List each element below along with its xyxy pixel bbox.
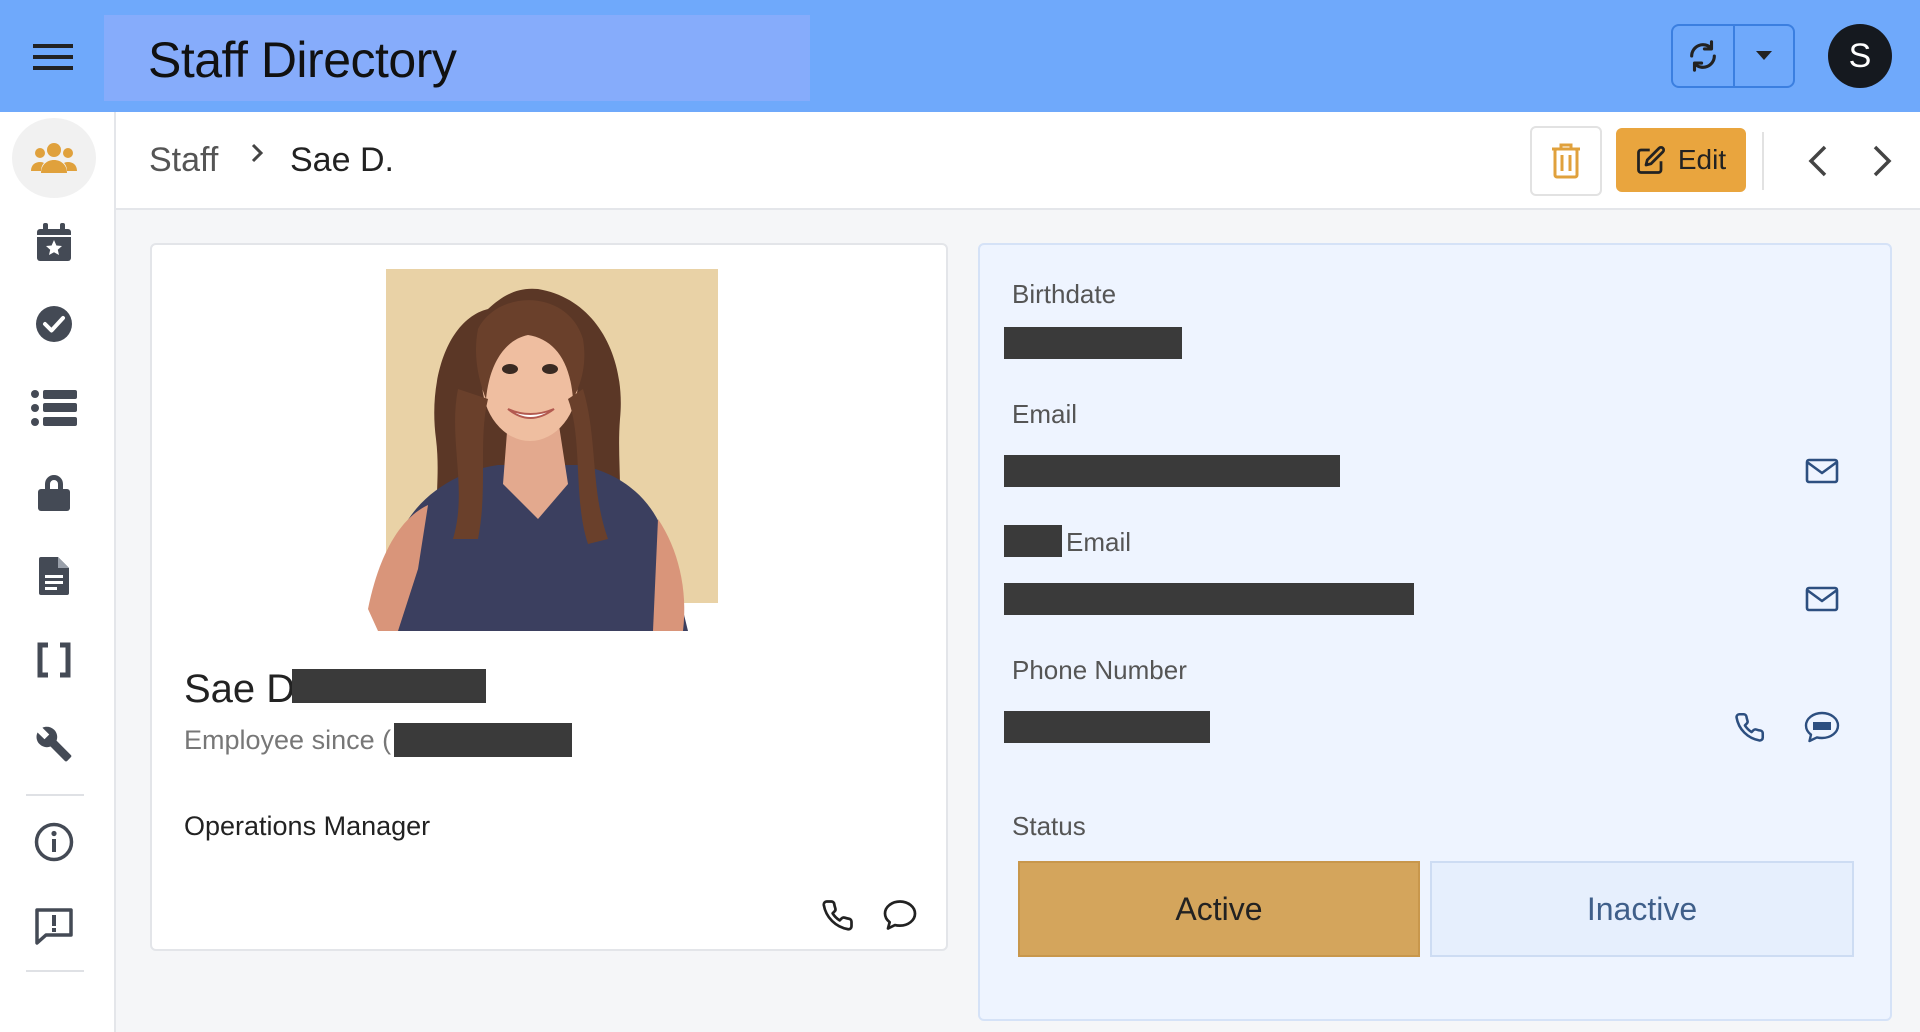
list-icon <box>31 390 77 426</box>
job-title: Operations Manager <box>184 811 431 841</box>
trash-icon <box>1552 143 1580 179</box>
profile-card: Sae D Employee since ( Operations Manage… <box>150 243 948 951</box>
check-circle-icon <box>36 306 72 342</box>
app-title: Staff Directory <box>148 32 457 88</box>
redacted-email <box>1004 455 1340 487</box>
user-avatar[interactable]: S <box>1828 24 1892 88</box>
profile-photo <box>368 269 718 631</box>
phone-icon <box>1735 712 1765 742</box>
previous-record-button[interactable] <box>1796 136 1840 186</box>
menu-button[interactable] <box>24 32 82 82</box>
chat-bubble-icon <box>883 900 917 930</box>
sync-button[interactable] <box>1673 26 1735 86</box>
sidebar-item-feedback[interactable] <box>12 886 96 966</box>
top-bar: Staff Directory S <box>0 0 1920 112</box>
breadcrumb-separator-icon <box>250 142 264 169</box>
secondary-email-label: Email <box>1066 527 1132 557</box>
sidebar-item-info[interactable] <box>12 802 96 882</box>
edit-button-label: Edit <box>1677 144 1727 175</box>
status-label: Status <box>1012 811 1086 841</box>
mail-icon <box>1805 586 1839 612</box>
wrench-icon <box>36 726 72 762</box>
delete-button[interactable] <box>1530 126 1602 196</box>
edit-button[interactable]: Edit <box>1616 128 1746 192</box>
sidebar-item-security[interactable] <box>12 452 96 532</box>
sidebar-item-documents[interactable] <box>12 536 96 616</box>
lock-icon <box>38 475 70 511</box>
sidebar-item-calendar[interactable] <box>12 202 96 282</box>
hamburger-menu-icon <box>33 44 73 70</box>
employee-name: Sae D <box>184 667 296 711</box>
edit-icon <box>1637 145 1665 174</box>
status-active-option[interactable]: Active <box>1018 861 1420 957</box>
sidebar-item-code[interactable] <box>12 620 96 700</box>
send-email-button[interactable] <box>1800 449 1844 493</box>
sidebar-divider <box>26 970 84 972</box>
send-secondary-email-button[interactable] <box>1800 577 1844 621</box>
page-header: Staff Sae D. Edit <box>116 112 1920 210</box>
redacted-surname <box>292 669 486 703</box>
feedback-icon <box>35 908 73 945</box>
sidebar-item-staff[interactable] <box>12 118 96 198</box>
brackets-icon <box>37 642 71 678</box>
sync-options-dropdown[interactable] <box>1735 26 1793 86</box>
sidebar-item-tasks[interactable] <box>12 284 96 364</box>
sidebar-item-tools[interactable] <box>12 704 96 784</box>
users-icon <box>31 143 77 173</box>
breadcrumb-current: Sae D. <box>290 141 394 179</box>
caret-down-icon <box>1756 51 1772 60</box>
sms-icon <box>1804 711 1840 743</box>
phone-label: Phone Number <box>1012 655 1187 685</box>
mail-icon <box>1805 458 1839 484</box>
birthdate-label: Birthdate <box>1012 279 1117 309</box>
redacted-birthdate <box>1004 327 1182 359</box>
sync-button-group <box>1671 24 1795 88</box>
call-button[interactable] <box>816 893 860 937</box>
sidebar <box>0 112 116 1032</box>
message-button[interactable] <box>878 893 922 937</box>
redacted-email-type <box>1004 525 1062 557</box>
employee-since: Employee since ( <box>184 725 392 755</box>
next-record-button[interactable] <box>1860 136 1904 186</box>
redacted-phone <box>1004 711 1210 743</box>
phone-icon <box>822 900 853 931</box>
app-title-area: Staff Directory <box>104 15 810 101</box>
sms-button[interactable] <box>1800 705 1844 749</box>
details-panel: Birthdate Email Email Phone Number Statu… <box>978 243 1892 1021</box>
redacted-secondary-email <box>1004 583 1414 615</box>
status-inactive-option[interactable]: Inactive <box>1430 861 1854 957</box>
sidebar-divider <box>26 794 84 796</box>
calendar-star-icon <box>37 223 71 261</box>
sidebar-item-list[interactable] <box>12 368 96 448</box>
breadcrumb-staff-link[interactable]: Staff <box>149 141 218 180</box>
toolbar-divider <box>1762 132 1764 190</box>
email-label: Email <box>1012 399 1078 429</box>
document-icon <box>39 557 69 595</box>
redacted-hire-date <box>394 723 572 757</box>
chevron-left-icon <box>1808 145 1827 177</box>
sync-icon <box>1690 40 1716 72</box>
chevron-right-icon <box>1873 145 1892 177</box>
call-phone-button[interactable] <box>1728 705 1772 749</box>
info-icon <box>34 822 74 862</box>
